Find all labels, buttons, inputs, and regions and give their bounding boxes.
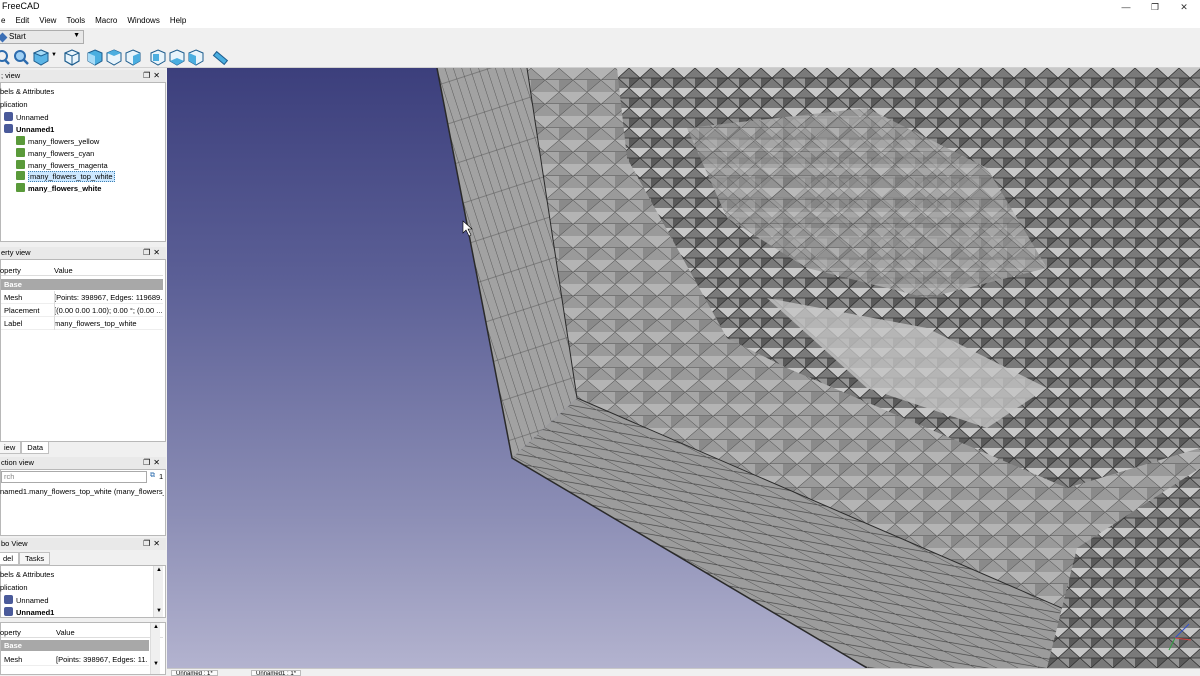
selection-count: 1 xyxy=(159,472,164,481)
tree-application-label: plication xyxy=(0,100,28,109)
select-all-icon[interactable]: ⧉ xyxy=(150,472,155,480)
top-view-icon[interactable] xyxy=(106,49,123,66)
menu-macro[interactable]: Macro xyxy=(90,14,122,28)
window-title: FreeCAD xyxy=(2,1,40,11)
document-tabs: Unnamed : 1* Unnamed1 : 1* xyxy=(167,668,1200,676)
doc-tab-unnamed1[interactable]: Unnamed1 : 1* xyxy=(251,670,302,676)
mesh-icon xyxy=(16,160,25,169)
property-row-label[interactable]: Label many_flowers_top_white xyxy=(1,317,163,330)
panel-float-close-icon[interactable]: ❐✕ xyxy=(143,247,163,259)
draw-style-icon[interactable] xyxy=(33,49,50,66)
combo-root-label: bels & Attributes xyxy=(0,570,55,579)
tree-item-mesh-yellow[interactable]: many_flowers_yellow xyxy=(16,136,99,146)
menu-help[interactable]: Help xyxy=(165,14,191,28)
fit-all-icon[interactable] xyxy=(0,49,11,66)
tree-item-mesh-magenta[interactable]: many_flowers_magenta xyxy=(16,160,108,170)
combo-property-table-header: operty Value xyxy=(0,626,163,638)
rear-view-icon[interactable] xyxy=(150,49,167,66)
tree-view-panel: bels & Attributes plication Unnamed Unna… xyxy=(0,82,166,242)
menu-edit[interactable]: Edit xyxy=(10,14,34,28)
document-icon xyxy=(4,112,13,121)
measure-icon[interactable] xyxy=(212,49,229,66)
scroll-up-icon[interactable]: ▲ xyxy=(153,624,159,630)
combo-application-label: plication xyxy=(0,583,28,592)
workbench-icon xyxy=(0,32,8,43)
left-view-icon[interactable] xyxy=(188,49,205,66)
menu-bar: e Edit View Tools Macro Windows Help xyxy=(0,14,1200,28)
combo-property-row-mesh[interactable]: Mesh [Points: 398967, Edges: 11... xyxy=(1,653,149,666)
combo-tree-panel: bels & Attributes plication Unnamed Unna… xyxy=(0,565,166,618)
selection-view-panel: rch ⧉ 1 named1.many_flowers_top_white (m… xyxy=(0,469,166,536)
scroll-up-icon[interactable]: ▲ xyxy=(156,567,162,573)
combo-tabs: del Tasks xyxy=(0,552,51,565)
menu-windows[interactable]: Windows xyxy=(122,14,164,28)
tree-item-mesh-white[interactable]: many_flowers_white xyxy=(16,183,101,193)
combo-property-panel: operty Value Base Mesh [Points: 398967, E… xyxy=(0,622,166,675)
selection-search-input[interactable]: rch xyxy=(1,471,147,483)
property-table-header: operty Value xyxy=(0,264,163,276)
combo-tree-item-unnamed[interactable]: Unnamed xyxy=(4,595,49,605)
combo-tree-item-unnamed1[interactable]: Unnamed1 xyxy=(4,607,54,617)
title-bar: FreeCAD — ❐ ✕ xyxy=(0,0,1200,14)
chevron-down-icon: ▼ xyxy=(73,32,80,39)
document-icon xyxy=(4,124,13,133)
tree-view-header: ; view ❐✕ xyxy=(0,70,166,82)
tab-data[interactable]: Data xyxy=(21,442,50,454)
mesh-icon xyxy=(16,136,25,145)
tree-item-mesh-cyan[interactable]: many_flowers_cyan xyxy=(16,148,94,158)
property-tabs: iew Data xyxy=(0,442,50,454)
tree-item-mesh-top-white[interactable]: many_flowers_top_white xyxy=(16,171,115,182)
right-view-icon[interactable] xyxy=(125,49,142,66)
panel-float-close-icon[interactable]: ❐✕ xyxy=(143,70,163,82)
tab-view[interactable]: iew xyxy=(0,442,22,454)
scroll-down-icon[interactable]: ▼ xyxy=(156,608,162,614)
menu-tools[interactable]: Tools xyxy=(61,14,90,28)
close-button[interactable]: ✕ xyxy=(1170,0,1198,14)
minimize-button[interactable]: — xyxy=(1112,0,1140,14)
selection-entry[interactable]: named1.many_flowers_top_white (many_flow… xyxy=(0,487,164,496)
draw-style-dropdown-icon[interactable]: ▼ xyxy=(51,52,57,58)
tab-tasks[interactable]: Tasks xyxy=(19,552,51,565)
3d-viewport[interactable] xyxy=(167,68,1200,668)
column-divider xyxy=(54,291,55,330)
property-view-panel: operty Value Base Mesh [Points: 398967, E… xyxy=(0,259,166,442)
view-toolbar: ▼ xyxy=(0,46,1200,68)
scroll-down-icon[interactable]: ▼ xyxy=(153,661,159,667)
property-row-mesh[interactable]: Mesh [Points: 398967, Edges: 119689... xyxy=(1,291,163,304)
mesh-render xyxy=(436,68,1200,668)
workbench-toolbar: Start ▼ xyxy=(0,29,1200,45)
panel-float-close-icon[interactable]: ❐✕ xyxy=(143,538,163,550)
property-group-base[interactable]: Base xyxy=(1,279,163,290)
document-icon xyxy=(4,595,13,604)
menu-file[interactable]: e xyxy=(0,14,10,28)
workbench-label: Start xyxy=(9,32,26,41)
mesh-icon xyxy=(16,171,25,180)
tree-item-unnamed1[interactable]: Unnamed1 xyxy=(4,124,54,134)
document-icon xyxy=(4,607,13,616)
doc-tab-unnamed[interactable]: Unnamed : 1* xyxy=(171,670,218,676)
mesh-icon xyxy=(16,148,25,157)
property-row-placement[interactable]: Placement [(0.00 0.00 1.00); 0.00 °; (0.0… xyxy=(1,304,163,317)
combo-property-group-base[interactable]: Base xyxy=(1,640,149,651)
fit-selection-icon[interactable] xyxy=(13,49,30,66)
tree-item-unnamed[interactable]: Unnamed xyxy=(4,112,49,122)
tab-model[interactable]: del xyxy=(0,552,20,565)
property-view-header: erty view ❐✕ xyxy=(0,247,166,259)
combo-scrollbar[interactable]: ▲ ▼ xyxy=(153,566,163,617)
tree-root-label: bels & Attributes xyxy=(0,87,55,96)
panel-float-close-icon[interactable]: ❐✕ xyxy=(143,457,163,469)
mesh-icon xyxy=(16,183,25,192)
workbench-select[interactable]: Start ▼ xyxy=(0,30,84,44)
bottom-view-icon[interactable] xyxy=(169,49,186,66)
menu-view[interactable]: View xyxy=(34,14,61,28)
combo-property-scrollbar[interactable]: ▲ ▼ xyxy=(150,623,160,674)
combo-view-header: bo View ❐✕ xyxy=(0,538,166,550)
front-view-icon[interactable] xyxy=(87,49,104,66)
maximize-button[interactable]: ❐ xyxy=(1141,0,1169,14)
isometric-view-icon[interactable] xyxy=(64,49,81,66)
selection-view-header: ction view ❐✕ xyxy=(0,457,166,469)
